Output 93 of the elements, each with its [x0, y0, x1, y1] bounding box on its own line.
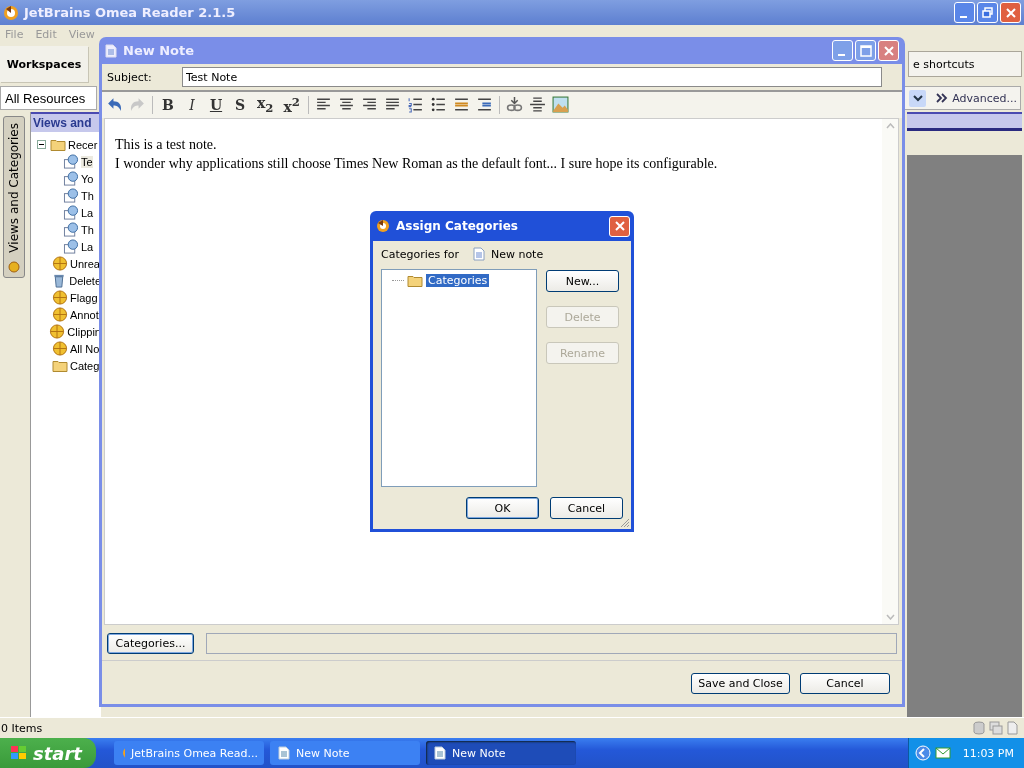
calendar-clock-icon	[63, 154, 79, 169]
note-icon	[434, 746, 446, 760]
pie-icon	[52, 307, 68, 322]
pie-icon	[52, 256, 68, 271]
pie-icon	[8, 260, 20, 273]
indent-icon[interactable]	[475, 96, 493, 114]
window-title: New Note	[123, 43, 195, 58]
calendar-clock-icon	[63, 188, 79, 203]
pie-icon	[52, 290, 68, 305]
window-title: JetBrains Omea Reader 2.1.5	[24, 5, 236, 20]
resource-filter-dropdown[interactable]: All Resources	[0, 86, 97, 110]
save-close-button[interactable]: Save and Close	[691, 673, 790, 694]
tree-item[interactable]: La	[81, 206, 94, 219]
collapse-toggle[interactable]	[37, 140, 46, 149]
image-icon[interactable]	[551, 96, 569, 114]
tree-item[interactable]: All No	[70, 342, 100, 355]
taskbar-button[interactable]: New Note	[426, 741, 576, 765]
tree-item[interactable]: Unrea	[70, 257, 100, 270]
format-button[interactable]: S	[231, 96, 249, 113]
note-icon	[105, 43, 117, 58]
taskbar-button[interactable]: JetBrains Omea Read...	[114, 741, 264, 765]
calendar-clock-icon	[63, 222, 79, 237]
windows-icon	[989, 721, 1003, 735]
views-categories-tab[interactable]: Views and Categories	[3, 116, 25, 278]
tree-item[interactable]: Te	[81, 155, 93, 168]
note-text: This is a test note.	[115, 135, 218, 154]
folder-icon	[52, 358, 68, 373]
close-button[interactable]	[1000, 2, 1021, 23]
subject-label: Subject:	[107, 70, 153, 84]
status-text: 0 Items	[1, 721, 43, 735]
maximize-icon	[859, 44, 872, 57]
format-button[interactable]: U	[207, 96, 225, 113]
pie-icon	[52, 341, 68, 356]
note-text: I wonder why applications still choose Times New Roman as the default font... I sure hope its configurable.	[115, 154, 719, 173]
tree-item[interactable]: Yo	[81, 172, 94, 185]
tree-item[interactable]: Categories	[426, 273, 490, 287]
minimize-icon	[837, 53, 845, 56]
close-button[interactable]	[609, 215, 630, 237]
tree-item[interactable]: Th	[81, 223, 94, 236]
restore-icon	[981, 6, 994, 19]
cancel-button[interactable]: Cancel	[800, 673, 890, 694]
resize-grip-icon[interactable]	[620, 518, 630, 528]
cancel-button[interactable]: Cancel	[550, 497, 623, 519]
link-icon[interactable]	[505, 96, 523, 114]
horizontal-rule-icon[interactable]	[528, 96, 546, 114]
dialog-button[interactable]: New...	[546, 270, 619, 292]
maximize-button[interactable]	[855, 40, 876, 61]
resource-name: New note	[490, 247, 544, 261]
taskbar-button[interactable]: New Note	[270, 741, 420, 765]
shortcuts-button[interactable]: e shortcuts	[908, 51, 1022, 77]
format-button[interactable]: x$^{2}$	[281, 95, 302, 115]
note-icon	[472, 247, 485, 261]
format-button[interactable]: x$_{2}$	[255, 95, 276, 115]
tree-item[interactable]: Delete	[69, 274, 101, 287]
ok-button[interactable]: OK	[466, 497, 539, 519]
format-button[interactable]: B	[159, 96, 177, 113]
close-button[interactable]	[878, 40, 899, 61]
calendar-clock-icon	[63, 239, 79, 254]
note-icon	[278, 746, 290, 760]
workspaces-tab[interactable]: Workspaces	[0, 46, 88, 82]
minimize-button[interactable]	[954, 2, 975, 23]
format-button[interactable]: I	[183, 96, 201, 113]
bullet-list-icon[interactable]	[429, 96, 447, 114]
tree-item[interactable]: Flagg	[70, 291, 98, 304]
clock: 11:03 PM	[962, 746, 1014, 760]
calendar-clock-icon	[63, 171, 79, 186]
categories-button[interactable]: Categories...	[107, 633, 194, 654]
subject-field[interactable]: Test Note	[182, 67, 882, 87]
categories-for-label: Categories for	[381, 247, 459, 261]
database-icon	[973, 721, 985, 735]
close-icon	[614, 221, 625, 231]
minimize-button[interactable]	[832, 40, 853, 61]
mail-icon[interactable]	[934, 746, 951, 760]
tree-item[interactable]: Th	[81, 189, 94, 202]
page-icon	[1007, 721, 1018, 735]
chevron-icon	[936, 93, 949, 103]
tree-item[interactable]: Annot	[70, 308, 99, 321]
folder-icon	[50, 137, 66, 152]
tree-item[interactable]: Recer	[68, 138, 98, 151]
restore-button[interactable]	[977, 2, 998, 23]
close-icon	[1005, 7, 1016, 18]
tree-item[interactable]: Categ	[70, 359, 100, 372]
pie-icon	[49, 324, 66, 339]
minimize-icon	[959, 15, 967, 18]
panel-header: Views and	[31, 112, 101, 132]
windows-logo-icon	[10, 745, 28, 761]
tray-expand-icon[interactable]	[914, 745, 931, 761]
calendar-clock-icon	[63, 205, 79, 220]
close-icon	[883, 45, 894, 56]
outdent-icon[interactable]	[452, 96, 470, 114]
tree-item[interactable]: La	[81, 240, 94, 253]
dialog-title: Assign Categories	[396, 219, 518, 233]
numbered-list-icon[interactable]	[406, 96, 424, 114]
